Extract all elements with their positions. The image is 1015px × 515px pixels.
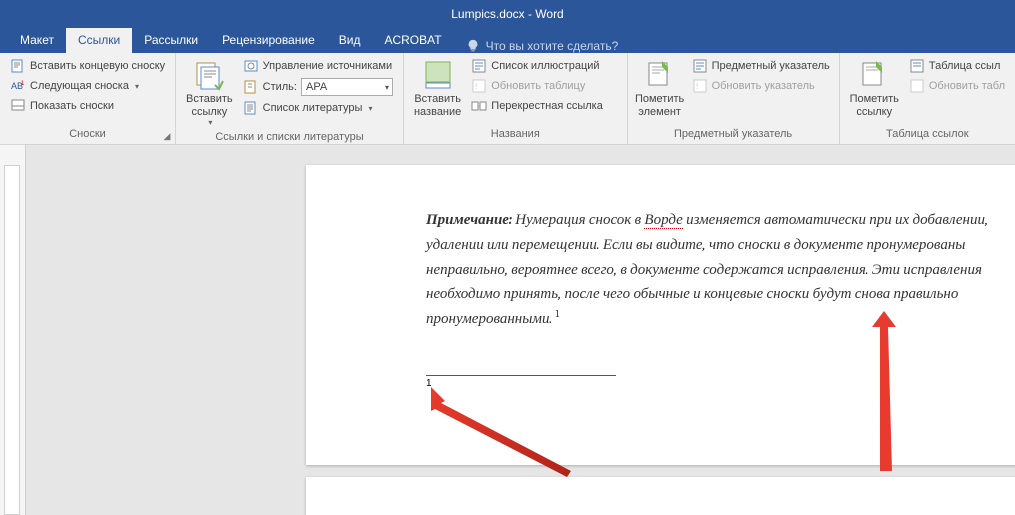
document-page[interactable]: Примечание: Нумерация сносок в Ворде изм… [306,165,1015,465]
manage-sources-button[interactable]: Управление источниками [239,57,397,75]
group-label-captions: Названия [410,126,621,142]
show-notes-button[interactable]: Показать сноски [6,97,169,115]
endnote-icon [10,58,26,74]
group-citations: Вставить ссылку ▾ Управление источниками… [176,53,404,144]
tell-me-search[interactable]: Что вы хотите сделать? [454,39,619,53]
group-toa: Пометить ссылку Таблица ссыл Обновить та… [840,53,1015,144]
group-index: Пометить элемент Предметный указатель ! … [628,53,840,144]
update-icon: ! [471,78,487,94]
next-footnote-icon: AB1 [10,78,26,94]
svg-text:!: ! [696,82,698,91]
tab-references[interactable]: Ссылки [66,28,132,53]
group-footnotes: Вставить концевую сноску AB1 Следующая с… [0,53,176,144]
window-title: Lumpics.docx - Word [451,7,563,21]
document-paragraph[interactable]: Примечание: Нумерация сносок в Ворде изм… [426,207,998,331]
style-icon [243,79,259,95]
svg-text:1: 1 [21,81,25,87]
title-bar: Lumpics.docx - Word [0,0,1015,28]
insert-toa-button[interactable]: Таблица ссыл [905,57,1009,75]
index-icon [692,58,708,74]
bibliography-icon [243,100,259,116]
toa-icon [909,58,925,74]
footnote-text[interactable]: 1 [426,378,998,389]
tab-review[interactable]: Рецензирование [210,28,327,53]
bibliography-button[interactable]: Список литературы▾ [239,99,397,117]
mark-entry-button[interactable]: Пометить элемент [634,57,686,120]
group-label-toa: Таблица ссылок [846,126,1009,142]
tab-acrobat[interactable]: ACROBAT [372,28,453,53]
workspace: Примечание: Нумерация сносок в Ворде изм… [0,145,1015,515]
insert-caption-button[interactable]: Вставить название [410,57,465,120]
citation-icon [193,59,225,91]
group-label-footnotes: Сноски [6,126,169,142]
mark-entry-icon [644,59,676,91]
update-index-button: ! Обновить указатель [688,77,834,95]
caption-icon [422,59,454,91]
style-dropdown[interactable]: APA [301,78,393,96]
document-page-next[interactable] [306,477,1015,515]
cross-ref-icon [471,98,487,114]
insert-index-button[interactable]: Предметный указатель [688,57,834,75]
insert-endnote-button[interactable]: Вставить концевую сноску [6,57,169,75]
group-label-citations: Ссылки и списки литературы [182,129,397,145]
lightbulb-icon [466,39,480,53]
vertical-ruler [0,145,26,515]
document-area[interactable]: Примечание: Нумерация сносок в Ворде изм… [26,145,1015,515]
update-table-button: ! Обновить таблицу [467,77,607,95]
paragraph-lead: Примечание: [426,210,512,228]
update-index-icon: ! [692,78,708,94]
group-label-index: Предметный указатель [634,126,833,142]
list-of-figures-button[interactable]: Список иллюстраций [467,57,607,75]
annotation-arrow [431,387,581,477]
annotation-arrow [864,311,904,471]
mark-citation-icon [858,59,890,91]
spelling-error: Ворде [644,210,682,229]
show-notes-icon [10,98,26,114]
footnote-separator [426,375,616,376]
ribbon-tabs: Макет Ссылки Рассылки Рецензирование Вид… [0,28,1015,53]
update-toa-button: Обновить табл [905,77,1009,95]
insert-citation-button[interactable]: Вставить ссылку ▾ [182,57,237,129]
tab-layout[interactable]: Макет [8,28,66,53]
tab-view[interactable]: Вид [327,28,373,53]
update-toa-icon [909,78,925,94]
tab-mailings[interactable]: Рассылки [132,28,210,53]
manage-sources-icon [243,58,259,74]
ribbon: Вставить концевую сноску AB1 Следующая с… [0,53,1015,145]
group-captions: Вставить название Список иллюстраций ! О… [404,53,628,144]
next-footnote-button[interactable]: AB1 Следующая сноска▾ [6,77,169,95]
svg-text:!: ! [475,82,477,91]
footnotes-launcher-icon[interactable]: ◢ [161,130,173,142]
footnote-reference[interactable]: 1 [556,308,560,320]
figures-list-icon [471,58,487,74]
cross-reference-button[interactable]: Перекрестная ссылка [467,97,607,115]
mark-citation-button[interactable]: Пометить ссылку [846,57,903,120]
style-selector[interactable]: Стиль: APA [239,77,397,97]
